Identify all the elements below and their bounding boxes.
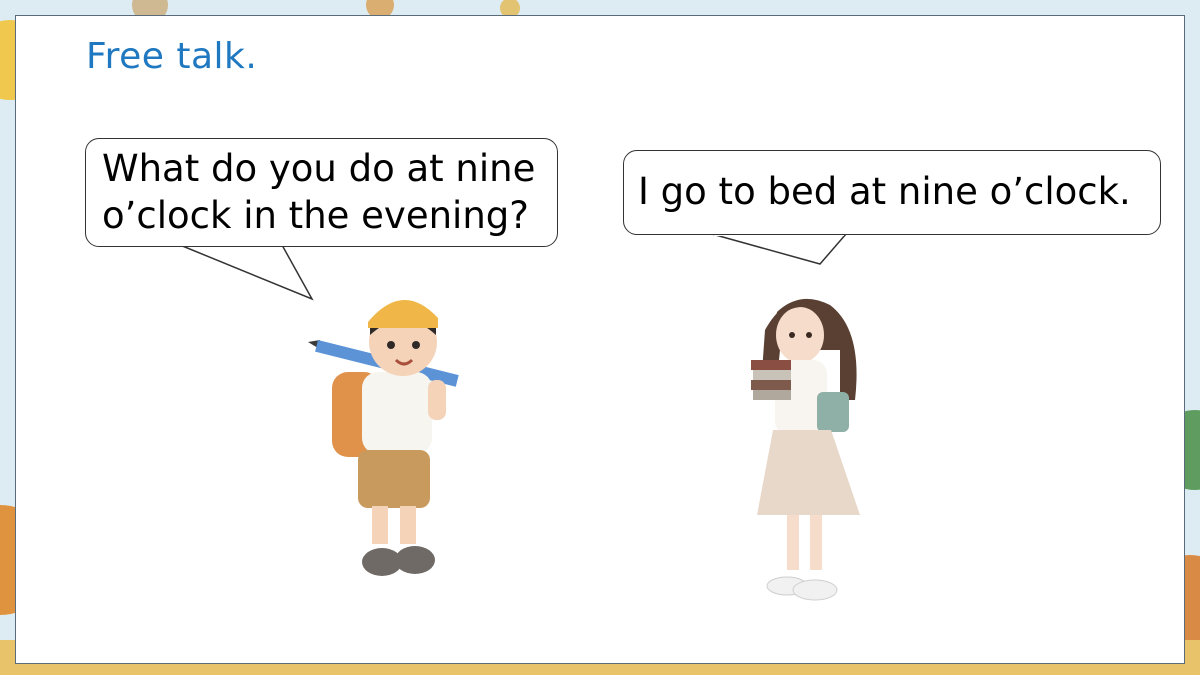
girl-speech-line: I go to bed at nine o’clock. bbox=[638, 170, 1131, 213]
boy-speech-line-1: What do you do at nine bbox=[102, 147, 536, 190]
speech-bubble-boy: What do you do at nine o’clock in the ev… bbox=[85, 138, 558, 247]
speech-bubble-girl: I go to bed at nine o’clock. bbox=[623, 150, 1161, 235]
page-title: Free talk. bbox=[86, 36, 258, 77]
boy-speech-line-2: o’clock in the evening? bbox=[102, 194, 529, 237]
girl-with-books-illustration bbox=[751, 298, 860, 601]
slide-card bbox=[15, 15, 1185, 664]
boy-with-pencil-illustration bbox=[308, 299, 459, 576]
